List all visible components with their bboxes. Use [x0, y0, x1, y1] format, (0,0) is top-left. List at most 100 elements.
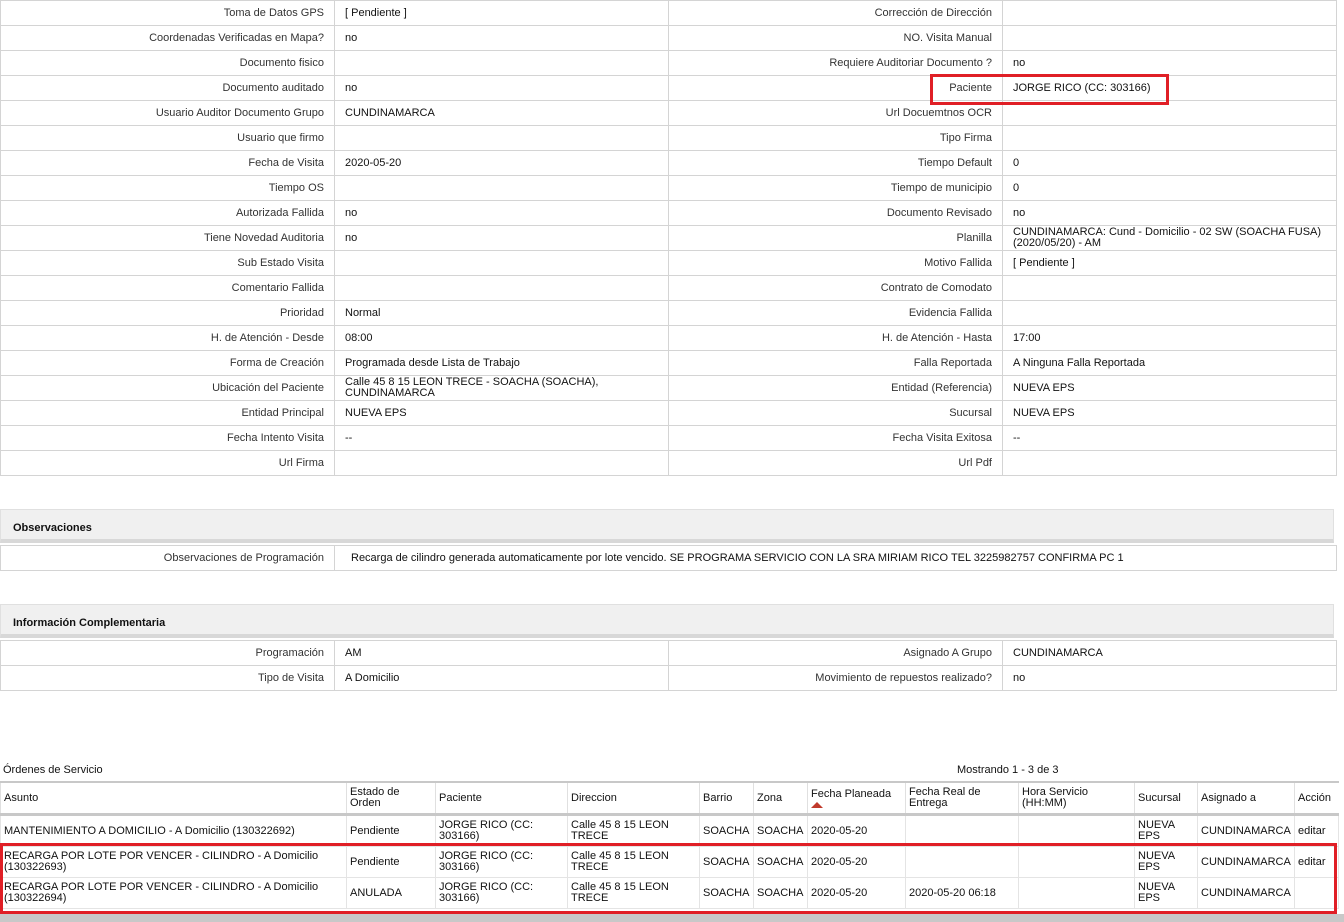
detail-value: Programada desde Lista de Trabajo: [334, 350, 669, 376]
detail-label: Corrección de Dirección: [668, 0, 1003, 26]
detail-label: Motivo Fallida: [668, 250, 1003, 276]
complementaria-label: Asignado A Grupo: [668, 640, 1003, 666]
detail-label: Documento auditado: [0, 75, 335, 101]
detail-label: Tiempo OS: [0, 175, 335, 201]
order-row[interactable]: MANTENIMIENTO A DOMICILIO - A Domicilio …: [0, 814, 1339, 847]
sort-ascending-icon: [811, 801, 823, 808]
detail-value: JORGE RICO (CC: 303166): [1002, 75, 1337, 101]
detail-label: Coordenadas Verificadas en Mapa?: [0, 25, 335, 51]
detail-value: [ Pendiente ]: [334, 0, 669, 26]
col-accion: Acción: [1294, 781, 1339, 816]
detail-value: [1002, 100, 1337, 126]
detail-value: [334, 50, 669, 76]
detail-label: Autorizada Fallida: [0, 200, 335, 226]
order-asunto: RECARGA POR LOTE POR VENCER - CILINDRO -…: [0, 877, 347, 909]
col-estado[interactable]: Estado de Orden: [346, 781, 436, 816]
detail-value: A Ninguna Falla Reportada: [1002, 350, 1337, 376]
col-barrio[interactable]: Barrio: [699, 781, 754, 816]
complementaria-title: Información Complementaria: [13, 617, 166, 629]
detail-row: Url Firma Url Pdf: [0, 450, 1337, 476]
order-direccion: Calle 45 8 15 LEON TRECE: [567, 846, 700, 878]
order-barrio: SOACHA: [699, 814, 754, 847]
col-fecha-planeada[interactable]: Fecha Planeada: [807, 781, 906, 816]
detail-value: no: [334, 225, 669, 251]
detail-label: Ubicación del Paciente: [0, 375, 335, 401]
detail-value: no: [334, 200, 669, 226]
complementaria-value: A Domicilio: [334, 665, 669, 691]
col-asignado[interactable]: Asignado a: [1197, 781, 1295, 816]
col-sucursal[interactable]: Sucursal: [1134, 781, 1198, 816]
col-hora-servicio[interactable]: Hora Servicio (HH:MM): [1018, 781, 1135, 816]
complementaria-section-header: Información Complementaria: [0, 604, 1334, 638]
order-row[interactable]: RECARGA POR LOTE POR VENCER - CILINDRO -…: [0, 877, 1339, 909]
order-sucursal: NUEVA EPS: [1134, 877, 1198, 909]
detail-row: Usuario que firmo Tipo Firma: [0, 125, 1337, 151]
detail-value: 0: [1002, 175, 1337, 201]
detail-label: H. de Atención - Hasta: [668, 325, 1003, 351]
detail-value: 08:00: [334, 325, 669, 351]
detail-row: Documento fisico Requiere Auditoriar Docu…: [0, 50, 1337, 76]
detail-label: Tiempo Default: [668, 150, 1003, 176]
order-asunto: RECARGA POR LOTE POR VENCER - CILINDRO -…: [0, 846, 347, 878]
detail-value: [1002, 275, 1337, 301]
detail-value: Normal: [334, 300, 669, 326]
detail-label: Sucursal: [668, 400, 1003, 426]
order-row[interactable]: RECARGA POR LOTE POR VENCER - CILINDRO -…: [0, 846, 1339, 878]
order-sucursal: NUEVA EPS: [1134, 814, 1198, 847]
detail-row: Comentario Fallida Contrato de Comodato: [0, 275, 1337, 301]
detail-label: Planilla: [668, 225, 1003, 251]
detail-label: Contrato de Comodato: [668, 275, 1003, 301]
order-zona: SOACHA: [753, 846, 808, 878]
col-fecha-real[interactable]: Fecha Real de Entrega: [905, 781, 1019, 816]
detail-value: [ Pendiente ]: [1002, 250, 1337, 276]
detail-label: Toma de Datos GPS: [0, 0, 335, 26]
detail-value: [1002, 450, 1337, 476]
order-real: [905, 814, 1019, 847]
detail-value: [334, 275, 669, 301]
detail-label: Url Docuemtnos OCR: [668, 100, 1003, 126]
order-paciente: JORGE RICO (CC: 303166): [435, 877, 568, 909]
col-direccion[interactable]: Direccion: [567, 781, 700, 816]
detail-value: 0: [1002, 150, 1337, 176]
order-zona: SOACHA: [753, 814, 808, 847]
detail-value: [334, 250, 669, 276]
order-asignado: CUNDINAMARCA: [1197, 846, 1295, 878]
edit-link[interactable]: editar: [1294, 814, 1339, 847]
ordenes-table: Asunto Estado de Orden Paciente Direccio…: [0, 781, 1339, 909]
col-asunto[interactable]: Asunto: [0, 781, 347, 816]
complementaria-label: Tipo de Visita: [0, 665, 335, 691]
ordenes-count: Mostrando 1 - 3 de 3: [957, 764, 1059, 776]
detail-value: NUEVA EPS: [334, 400, 669, 426]
order-hora: [1018, 877, 1135, 909]
detail-label: Entidad (Referencia): [668, 375, 1003, 401]
col-paciente[interactable]: Paciente: [435, 781, 568, 816]
detail-value: NUEVA EPS: [1002, 375, 1337, 401]
edit-link[interactable]: editar: [1294, 846, 1339, 878]
detail-row: Entidad Principal NUEVA EPS Sucursal NUEVA …: [0, 400, 1337, 426]
detail-label: Falla Reportada: [668, 350, 1003, 376]
detail-value: Calle 45 8 15 LEON TRECE - SOACHA (SOACH…: [334, 375, 669, 401]
detail-label: Paciente: [668, 75, 1003, 101]
complementaria-value: no: [1002, 665, 1337, 691]
horizontal-scrollbar[interactable]: [0, 914, 1344, 922]
detail-label: Url Firma: [0, 450, 335, 476]
observaciones-value: Recarga de cilindro generada automaticam…: [334, 545, 1337, 571]
order-direccion: Calle 45 8 15 LEON TRECE: [567, 877, 700, 909]
detail-value: no: [1002, 50, 1337, 76]
detail-value: CUNDINAMARCA: [334, 100, 669, 126]
detail-row: Coordenadas Verificadas en Mapa? no NO. Vi…: [0, 25, 1337, 51]
detail-label: Fecha Intento Visita: [0, 425, 335, 451]
detail-row: Sub Estado Visita Motivo Fallida[ Pendien…: [0, 250, 1337, 276]
order-barrio: SOACHA: [699, 846, 754, 878]
order-fecha: 2020-05-20: [807, 814, 906, 847]
col-zona[interactable]: Zona: [753, 781, 808, 816]
detail-label: Tiempo de municipio: [668, 175, 1003, 201]
detail-value: [1002, 125, 1337, 151]
order-real: [905, 846, 1019, 878]
detail-row: Prioridad Normal Evidencia Fallida: [0, 300, 1337, 326]
order-asignado: CUNDINAMARCA: [1197, 814, 1295, 847]
detail-value: no: [334, 25, 669, 51]
complementaria-label: Programación: [0, 640, 335, 666]
order-paciente: JORGE RICO (CC: 303166): [435, 814, 568, 847]
complementaria-row: Programación AM Asignado A Grupo CUNDINAMAR…: [0, 640, 1337, 666]
